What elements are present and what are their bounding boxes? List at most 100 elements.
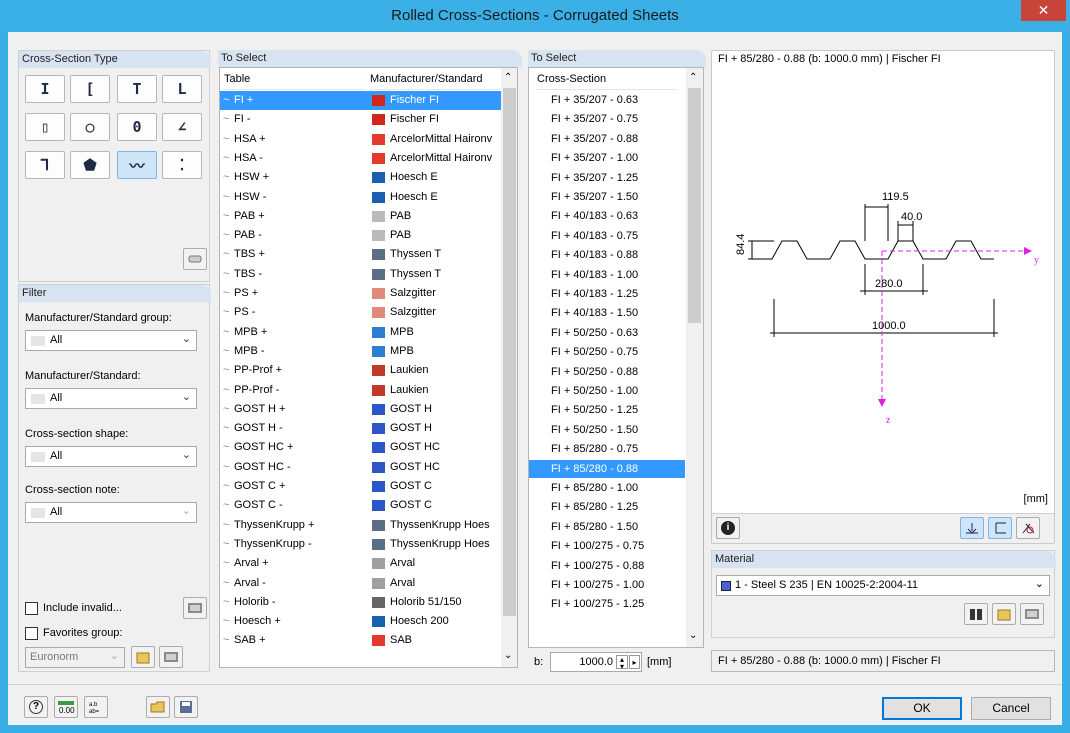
table-row[interactable]: ~ Hoesch + Hoesch 200 (220, 612, 501, 631)
reset-view-button[interactable] (1016, 517, 1040, 539)
section-row[interactable]: FI + 35/207 - 1.50 (529, 188, 685, 207)
section-row[interactable]: FI + 35/207 - 1.25 (529, 169, 685, 188)
include-invalid-checkbox[interactable] (25, 602, 38, 615)
new-material-button[interactable] (992, 603, 1016, 625)
section-row[interactable]: FI + 85/280 - 1.25 (529, 498, 685, 517)
show-dimensions-button[interactable] (960, 517, 984, 539)
manufacturer-group-select[interactable]: All ⌄ (25, 330, 197, 351)
table-row[interactable]: ~ PAB + PAB (220, 207, 501, 226)
shape-button-corrugated-section[interactable]: 〰 (117, 151, 157, 179)
section-row[interactable]: FI + 100/275 - 1.25 (529, 595, 685, 614)
scroll-up-icon[interactable]: ⌃ (504, 72, 512, 83)
favorites-select[interactable]: Euronorm ⌄ (25, 647, 125, 668)
col-header-table[interactable]: Table (224, 68, 364, 90)
shape-button-stacked-section[interactable]: ⁚ (162, 151, 202, 179)
table-row[interactable]: ~ PS + Salzgitter (220, 284, 501, 303)
section-row[interactable]: FI + 85/280 - 0.88 (529, 459, 685, 479)
section-row[interactable]: FI + 40/183 - 0.75 (529, 227, 685, 246)
section-row[interactable]: FI + 100/275 - 1.00 (529, 576, 685, 595)
table-row[interactable]: ~ GOST H + GOST H (220, 400, 501, 419)
scroll-thumb[interactable] (503, 88, 516, 616)
table-row[interactable]: ~ Arval + Arval (220, 554, 501, 573)
favorites-checkbox[interactable] (25, 627, 38, 640)
table-row[interactable]: ~ PP-Prof + Laukien (220, 361, 501, 380)
section-row[interactable]: FI + 85/280 - 1.00 (529, 479, 685, 498)
table-list-scrollbar[interactable]: ⌃ ⌄ (501, 68, 517, 667)
edit-material-button[interactable] (1020, 603, 1044, 625)
table-row[interactable]: ~ GOST HC - GOST HC (220, 458, 501, 477)
section-row[interactable]: FI + 35/207 - 0.75 (529, 110, 685, 129)
open-button[interactable] (146, 696, 170, 718)
material-library-button[interactable] (964, 603, 988, 625)
table-row[interactable]: ~ ThyssenKrupp + ThyssenKrupp Hoes (220, 516, 501, 535)
section-row[interactable]: FI + 100/275 - 0.88 (529, 557, 685, 576)
table-row[interactable]: ~ HSW - Hoesch E (220, 188, 501, 207)
table-row[interactable]: ~ PS - Salzgitter (220, 303, 501, 322)
section-row[interactable]: FI + 50/250 - 0.75 (529, 343, 685, 362)
material-select[interactable]: 1 - Steel S 235 | EN 10025-2:2004-11 ⌄ (716, 575, 1050, 596)
scroll-up-icon[interactable]: ⌃ (689, 72, 697, 83)
section-row[interactable]: FI + 35/207 - 1.00 (529, 149, 685, 168)
shape-button-unequal-angle-section[interactable]: ∠ (162, 113, 202, 141)
col-header-cross-section[interactable]: Cross-Section (537, 68, 677, 90)
col-header-manufacturer[interactable]: Manufacturer/Standard (370, 68, 500, 90)
new-favorite-button[interactable] (131, 646, 155, 668)
table-row[interactable]: ~ FI + Fischer FI (220, 91, 501, 110)
scroll-thumb[interactable] (688, 88, 701, 323)
table-list[interactable]: Table Manufacturer/Standard ~ FI + Fischer… (219, 67, 518, 668)
invalid-settings-button[interactable] (183, 597, 207, 619)
cancel-button[interactable]: Cancel (971, 697, 1051, 720)
section-row[interactable]: FI + 50/250 - 0.63 (529, 324, 685, 343)
section-row[interactable]: FI + 85/280 - 1.50 (529, 518, 685, 537)
b-spinner[interactable]: 1000.0 ▴ ▾ ▸ (550, 652, 642, 672)
table-row[interactable]: ~ TBS - Thyssen T (220, 265, 501, 284)
show-axes-button[interactable] (988, 517, 1012, 539)
table-row[interactable]: ~ TBS + Thyssen T (220, 245, 501, 264)
section-row[interactable]: FI + 40/183 - 1.25 (529, 285, 685, 304)
refresh-button[interactable] (183, 248, 207, 270)
ok-button[interactable]: OK (882, 697, 962, 720)
table-row[interactable]: ~ PP-Prof - Laukien (220, 381, 501, 400)
table-row[interactable]: ~ HSA - ArcelorMittal Haironv (220, 149, 501, 168)
section-row[interactable]: FI + 50/250 - 1.50 (529, 421, 685, 440)
table-row[interactable]: ~ FI - Fischer FI (220, 110, 501, 129)
scroll-down-icon[interactable]: ⌄ (504, 650, 512, 661)
section-row[interactable]: FI + 50/250 - 0.88 (529, 363, 685, 382)
table-row[interactable]: ~ PAB - PAB (220, 226, 501, 245)
table-row[interactable]: ~ GOST HC + GOST HC (220, 438, 501, 457)
table-row[interactable]: ~ MPB + MPB (220, 323, 501, 342)
table-row[interactable]: ~ Holorib - Holorib 51/150 (220, 593, 501, 612)
shape-button-channel-section[interactable]: [ (70, 75, 110, 103)
section-list[interactable]: Cross-Section FI + 35/207 - 0.63 FI + 35/… (528, 67, 704, 648)
section-row[interactable]: FI + 85/280 - 0.75 (529, 440, 685, 459)
section-row[interactable]: FI + 35/207 - 0.88 (529, 130, 685, 149)
table-row[interactable]: ~ GOST C - GOST C (220, 496, 501, 515)
note-select[interactable]: All ⌄ (25, 502, 197, 523)
table-row[interactable]: ~ Arval - Arval (220, 574, 501, 593)
spin-up-down-icon[interactable]: ▴ ▾ (616, 655, 628, 671)
section-row[interactable]: FI + 40/183 - 0.88 (529, 246, 685, 265)
edit-favorite-button[interactable] (159, 646, 183, 668)
shape-button-angle-section[interactable]: L (162, 75, 202, 103)
section-list-scrollbar[interactable]: ⌃ ⌄ (686, 68, 703, 647)
section-row[interactable]: FI + 40/183 - 1.00 (529, 266, 685, 285)
info-button[interactable]: i (716, 517, 740, 539)
shape-button-special-section[interactable]: ⬟ (70, 151, 110, 179)
decimals-button[interactable]: 0.00 (54, 696, 78, 718)
shape-button-tee-section[interactable]: T (117, 75, 157, 103)
shape-button-circle-hollow-section[interactable]: ○ (70, 113, 110, 141)
help-button[interactable]: ? (24, 696, 48, 718)
section-row[interactable]: FI + 35/207 - 0.63 (529, 91, 685, 110)
table-row[interactable]: ~ GOST C + GOST C (220, 477, 501, 496)
table-row[interactable]: ~ GOST H - GOST H (220, 419, 501, 438)
shape-button-rect-hollow-section[interactable]: ▯ (25, 113, 65, 141)
section-row[interactable]: FI + 100/275 - 0.75 (529, 537, 685, 556)
scroll-down-icon[interactable]: ⌄ (689, 630, 697, 641)
table-row[interactable]: ~ HSA + ArcelorMittal Haironv (220, 130, 501, 149)
shape-button-round-bar-section[interactable]: 0 (117, 113, 157, 141)
table-row[interactable]: ~ SAB + SAB (220, 631, 501, 650)
section-row[interactable]: FI + 50/250 - 1.25 (529, 401, 685, 420)
spin-right-icon[interactable]: ▸ (629, 655, 640, 669)
table-row[interactable]: ~ ThyssenKrupp - ThyssenKrupp Hoes (220, 535, 501, 554)
shape-button-I-section[interactable]: I (25, 75, 65, 103)
